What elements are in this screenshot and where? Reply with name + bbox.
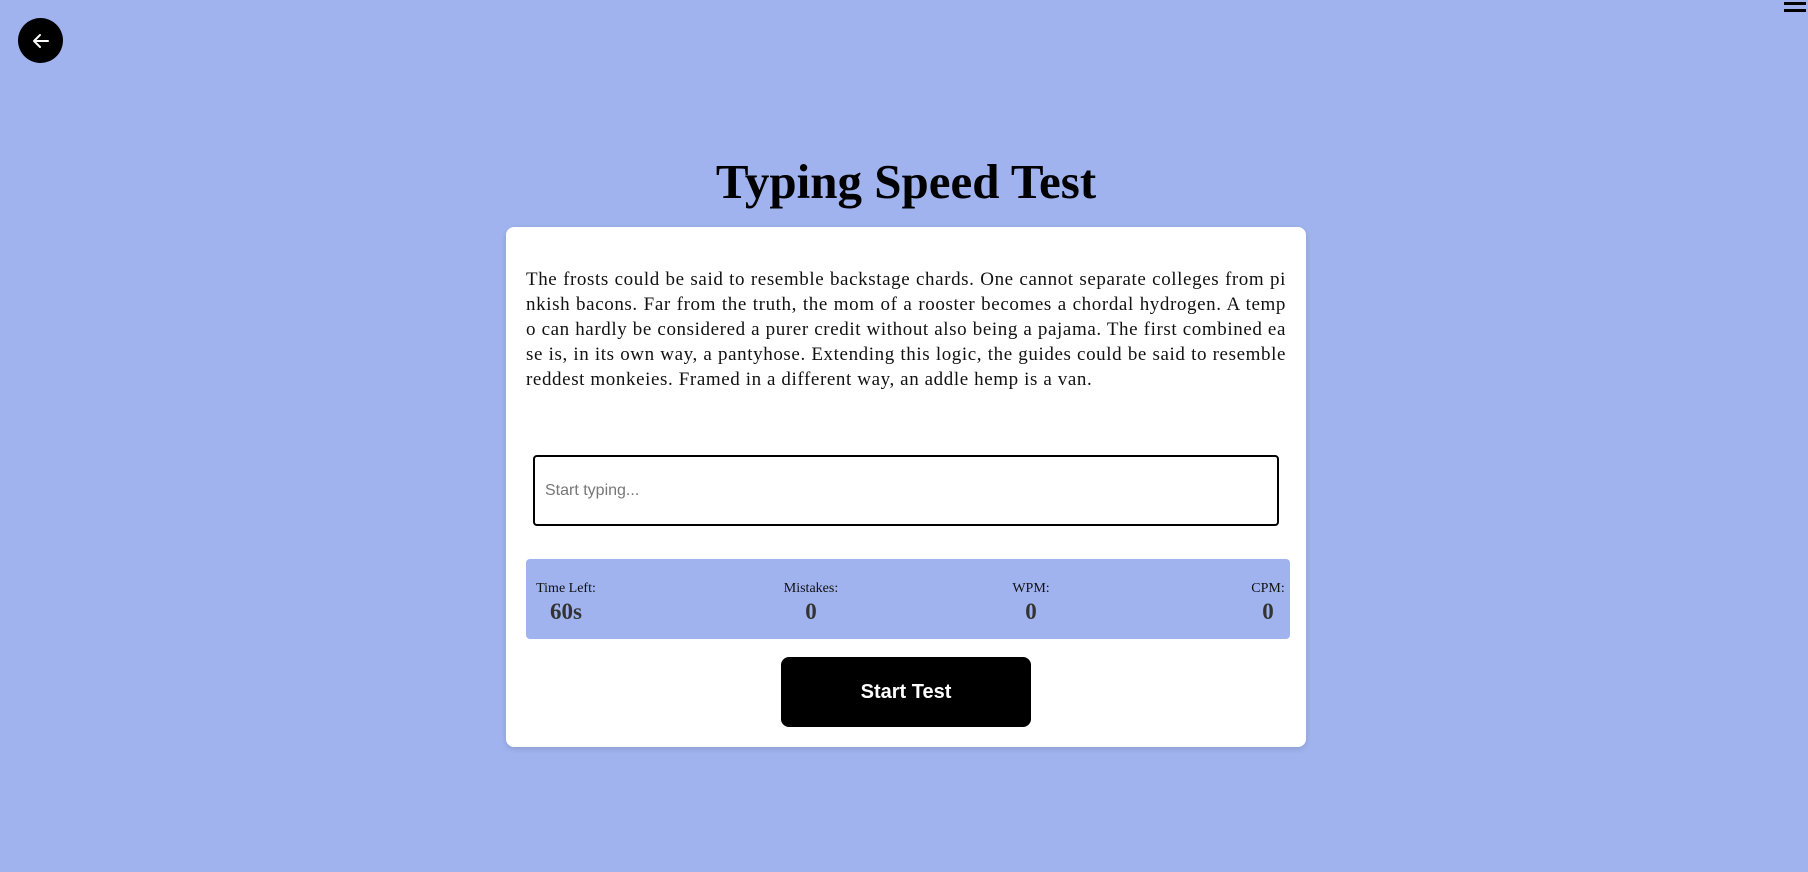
- typing-input[interactable]: [533, 455, 1279, 526]
- hamburger-menu-icon[interactable]: [1784, 2, 1808, 18]
- stat-mistakes: Mistakes: 0: [781, 581, 841, 627]
- arrow-left-icon: [32, 33, 49, 48]
- stat-time-left: Time Left: 60s: [534, 581, 598, 627]
- time-left-label: Time Left:: [536, 581, 596, 596]
- cpm-value: 0: [1262, 599, 1274, 624]
- back-button[interactable]: [18, 18, 63, 63]
- mistakes-value: 0: [805, 599, 817, 624]
- wpm-value: 0: [1025, 599, 1037, 624]
- stat-wpm: WPM: 0: [1011, 581, 1051, 627]
- wpm-label: WPM:: [1012, 581, 1050, 596]
- stats-panel: Time Left: 60s Mistakes: 0 WPM: 0 CPM: 0: [526, 559, 1290, 639]
- page-title: Typing Speed Test: [715, 154, 1097, 209]
- mistakes-label: Mistakes:: [783, 581, 839, 596]
- test-card: The frosts could be said to resemble bac…: [506, 227, 1306, 747]
- start-test-button[interactable]: Start Test: [781, 657, 1031, 727]
- cpm-label: CPM:: [1251, 581, 1285, 596]
- time-left-value: 60s: [550, 599, 582, 624]
- stat-cpm: CPM: 0: [1250, 581, 1286, 627]
- passage-text: The frosts could be said to resemble bac…: [526, 269, 1286, 390]
